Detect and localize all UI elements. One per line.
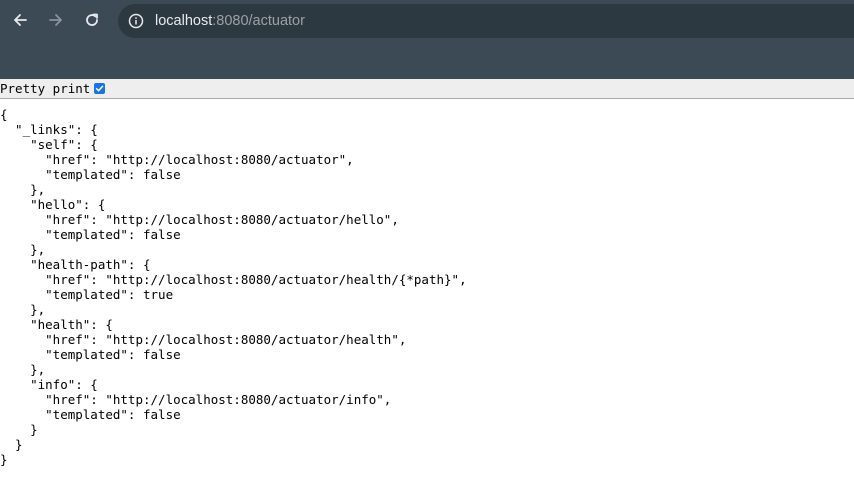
json-line: "hello": { <box>0 197 106 212</box>
json-line: "href": "http://localhost:8080/actuator/… <box>0 212 399 227</box>
json-line: } <box>0 437 23 452</box>
forward-button[interactable] <box>42 6 70 34</box>
json-line: } <box>0 452 8 467</box>
json-line: "templated": false <box>0 407 181 422</box>
json-line: "href": "http://localhost:8080/actuator"… <box>0 152 354 167</box>
json-line: "templated": false <box>0 167 181 182</box>
pretty-print-bar: Pretty print <box>0 79 854 99</box>
json-viewer: { "_links": { "self": { "href": "http://… <box>0 107 467 467</box>
reload-icon <box>86 13 98 26</box>
json-line: "href": "http://localhost:8080/actuator/… <box>0 332 407 347</box>
browser-toolbar: localhost:8080/actuator <box>0 0 854 79</box>
json-line: } <box>0 422 38 437</box>
json-line: "href": "http://localhost:8080/actuator/… <box>0 272 467 287</box>
json-line: "self": { <box>0 137 98 152</box>
json-line: "href": "http://localhost:8080/actuator/… <box>0 392 392 407</box>
reload-button[interactable] <box>78 6 106 34</box>
url-text[interactable]: localhost:8080/actuator <box>155 13 305 29</box>
site-info-button[interactable] <box>126 11 146 31</box>
json-line: }, <box>0 242 46 257</box>
json-line: "_links": { <box>0 122 98 137</box>
json-line: { <box>0 107 8 122</box>
json-line: }, <box>0 302 46 317</box>
url-path: :8080/actuator <box>212 13 305 29</box>
json-line: "templated": false <box>0 347 181 362</box>
address-bar[interactable]: localhost:8080/actuator <box>118 4 854 38</box>
pretty-print-checkbox[interactable] <box>94 83 106 94</box>
arrow-left-icon <box>14 14 27 26</box>
back-button[interactable] <box>6 6 34 34</box>
json-line: "health-path": { <box>0 257 151 272</box>
json-line: }, <box>0 362 46 377</box>
json-line: "info": { <box>0 377 98 392</box>
url-host: localhost <box>155 13 213 29</box>
json-line: }, <box>0 182 46 197</box>
info-circle-icon <box>128 13 144 29</box>
json-line: "health": { <box>0 317 113 332</box>
json-line: "templated": true <box>0 287 174 302</box>
pretty-print-label: Pretty print <box>0 81 91 96</box>
arrow-right-icon <box>49 14 62 26</box>
json-line: "templated": false <box>0 227 181 242</box>
checkmark-icon <box>96 85 104 92</box>
